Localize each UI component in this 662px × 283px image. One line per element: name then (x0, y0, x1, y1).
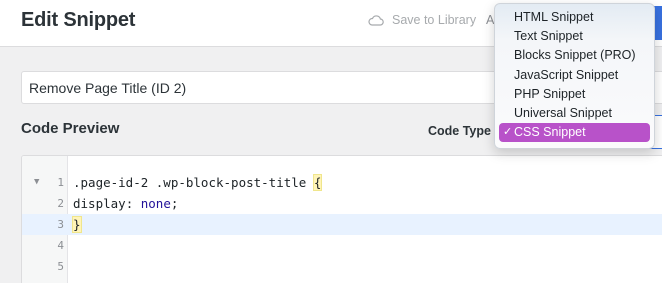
menu-item-html-snippet[interactable]: HTML Snippet (499, 8, 650, 27)
menu-item-label: CSS Snippet (514, 125, 586, 140)
menu-item-label: HTML Snippet (514, 10, 594, 24)
menu-item-blocks-snippet[interactable]: Blocks Snippet (PRO) (499, 46, 650, 65)
line-number: 1 (57, 176, 64, 189)
css-colon: : (125, 196, 141, 211)
line-code: display: none; (73, 193, 178, 214)
css-property: display (73, 196, 126, 211)
checkmark-icon: ✓ (503, 126, 513, 139)
menu-item-css-snippet[interactable]: ✓ CSS Snippet (499, 123, 650, 143)
code-line: 4 (22, 235, 662, 256)
save-to-library-label: Save to Library (392, 13, 477, 27)
menu-item-label: Blocks Snippet (PRO) (514, 48, 636, 63)
code-type-dropdown-menu: HTML Snippet Text Snippet Blocks Snippet… (494, 3, 655, 149)
css-value: none (140, 196, 171, 211)
code-editor[interactable]: ▼ 1 .page-id-2 .wp-block-post-title { 2 … (21, 155, 662, 283)
code-line: 2 display: none; (22, 193, 662, 214)
matching-brace: } (72, 216, 82, 233)
code-line: ▼ 1 .page-id-2 .wp-block-post-title { (22, 172, 662, 193)
code-type-label: Code Type (428, 124, 491, 138)
code-preview-heading: Code Preview (21, 120, 120, 137)
menu-item-javascript-snippet[interactable]: JavaScript Snippet (499, 66, 650, 85)
menu-item-label: Text Snippet (514, 29, 583, 44)
css-semicolon: ; (170, 196, 179, 211)
code-line-active: 3 } (22, 214, 662, 235)
menu-item-php-snippet[interactable]: PHP Snippet (499, 85, 650, 104)
menu-item-text-snippet[interactable]: Text Snippet (499, 27, 650, 46)
save-to-library-button[interactable]: Save to Library (368, 13, 476, 27)
matching-brace: { (312, 174, 323, 191)
line-number: 3 (22, 214, 68, 235)
menu-item-label: Universal Snippet (514, 105, 612, 120)
page-title: Edit Snippet (21, 9, 136, 31)
menu-item-universal-snippet[interactable]: Universal Snippet (499, 104, 650, 123)
line-code: .page-id-2 .wp-block-post-title { (73, 172, 323, 193)
line-number: 5 (57, 260, 64, 273)
code-line: 5 (22, 256, 662, 277)
line-number: 2 (57, 197, 64, 210)
menu-item-label: JavaScript Snippet (514, 67, 619, 82)
css-selector: .page-id-2 .wp-block-post-title (73, 175, 314, 190)
line-number: 4 (57, 239, 64, 252)
cloud-icon (368, 15, 384, 26)
line-code: } (72, 214, 82, 235)
menu-item-label: PHP Snippet (514, 86, 586, 101)
